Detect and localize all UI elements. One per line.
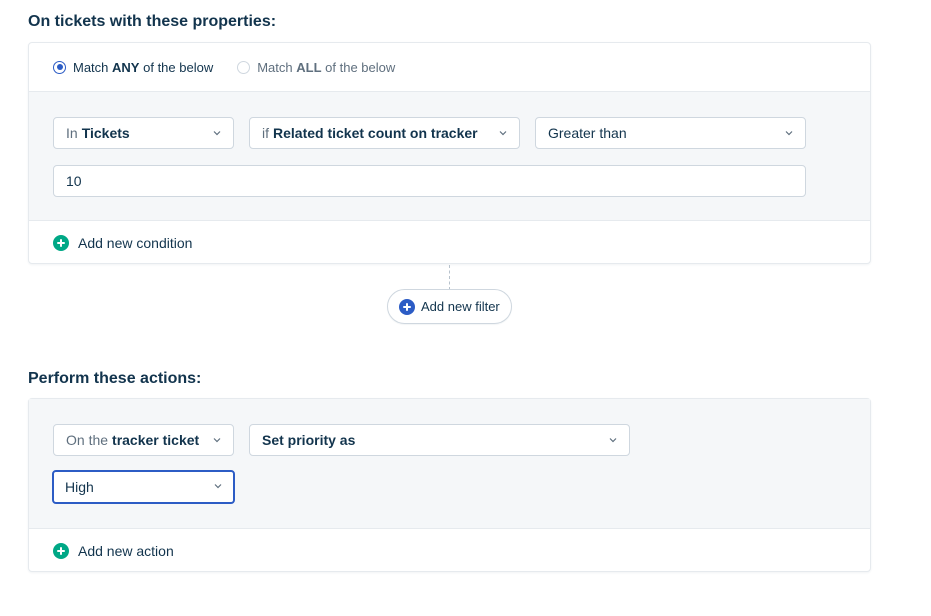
match-any-radio-option[interactable]: Match ANY of the below [53, 60, 213, 75]
action-target-select-prefix: On the [66, 432, 109, 448]
operator-select-value: Greater than [548, 125, 627, 141]
plus-circle-icon [399, 298, 415, 315]
action-type-select-value: Set priority as [262, 432, 356, 448]
scope-select-value: Tickets [81, 125, 130, 141]
chevron-down-icon [213, 438, 221, 443]
match-all-label: Match ALL of the below [257, 59, 396, 75]
plus-circle-icon [53, 543, 69, 559]
conditions-section-title: On tickets with these properties: [28, 13, 277, 30]
chevron-down-icon [609, 438, 617, 443]
actions-card: On the tracker ticket Set priority as Hi… [28, 398, 871, 572]
add-action-label: Add new action [78, 543, 174, 559]
chevron-down-icon [785, 131, 793, 136]
actions-section-title: Perform these actions: [28, 370, 202, 387]
match-mode-row: Match ANY of the below Match ALL of the … [29, 43, 870, 92]
field-select-prefix: if [262, 125, 269, 141]
condition-panel: In Tickets if Related ticket count on tr… [29, 92, 870, 221]
priority-select[interactable]: High [52, 470, 235, 504]
action-target-select[interactable]: On the tracker ticket [53, 424, 234, 456]
match-any-radio[interactable] [53, 60, 66, 74]
match-all-radio[interactable] [237, 60, 251, 74]
chevron-down-icon [499, 131, 507, 136]
field-select[interactable]: if Related ticket count on tracker [249, 117, 520, 149]
chevron-down-icon [214, 484, 222, 489]
scope-select[interactable]: In Tickets [53, 117, 234, 149]
match-any-label: Match ANY of the below [73, 59, 214, 75]
action-target-select-value: tracker ticket [112, 432, 200, 448]
conditions-card: Match ANY of the below Match ALL of the … [28, 42, 871, 264]
field-select-value: Related ticket count on tracker [273, 125, 478, 141]
match-all-radio-option[interactable]: Match ALL of the below [237, 60, 395, 75]
plus-circle-icon [53, 235, 69, 251]
condition-value-input[interactable] [53, 165, 806, 197]
add-filter-label: Add new filter [421, 299, 500, 314]
priority-select-value: High [65, 479, 94, 495]
action-type-select[interactable]: Set priority as [249, 424, 630, 456]
add-filter-button[interactable]: Add new filter [387, 289, 512, 324]
add-condition-label: Add new condition [78, 235, 193, 251]
operator-select[interactable]: Greater than [535, 117, 806, 149]
filter-connector-line [449, 265, 450, 290]
add-action-button[interactable]: Add new action [29, 529, 870, 573]
action-panel: On the tracker ticket Set priority as Hi… [29, 399, 870, 529]
add-condition-button[interactable]: Add new condition [29, 221, 870, 265]
chevron-down-icon [213, 131, 221, 136]
scope-select-prefix: In [66, 125, 78, 141]
